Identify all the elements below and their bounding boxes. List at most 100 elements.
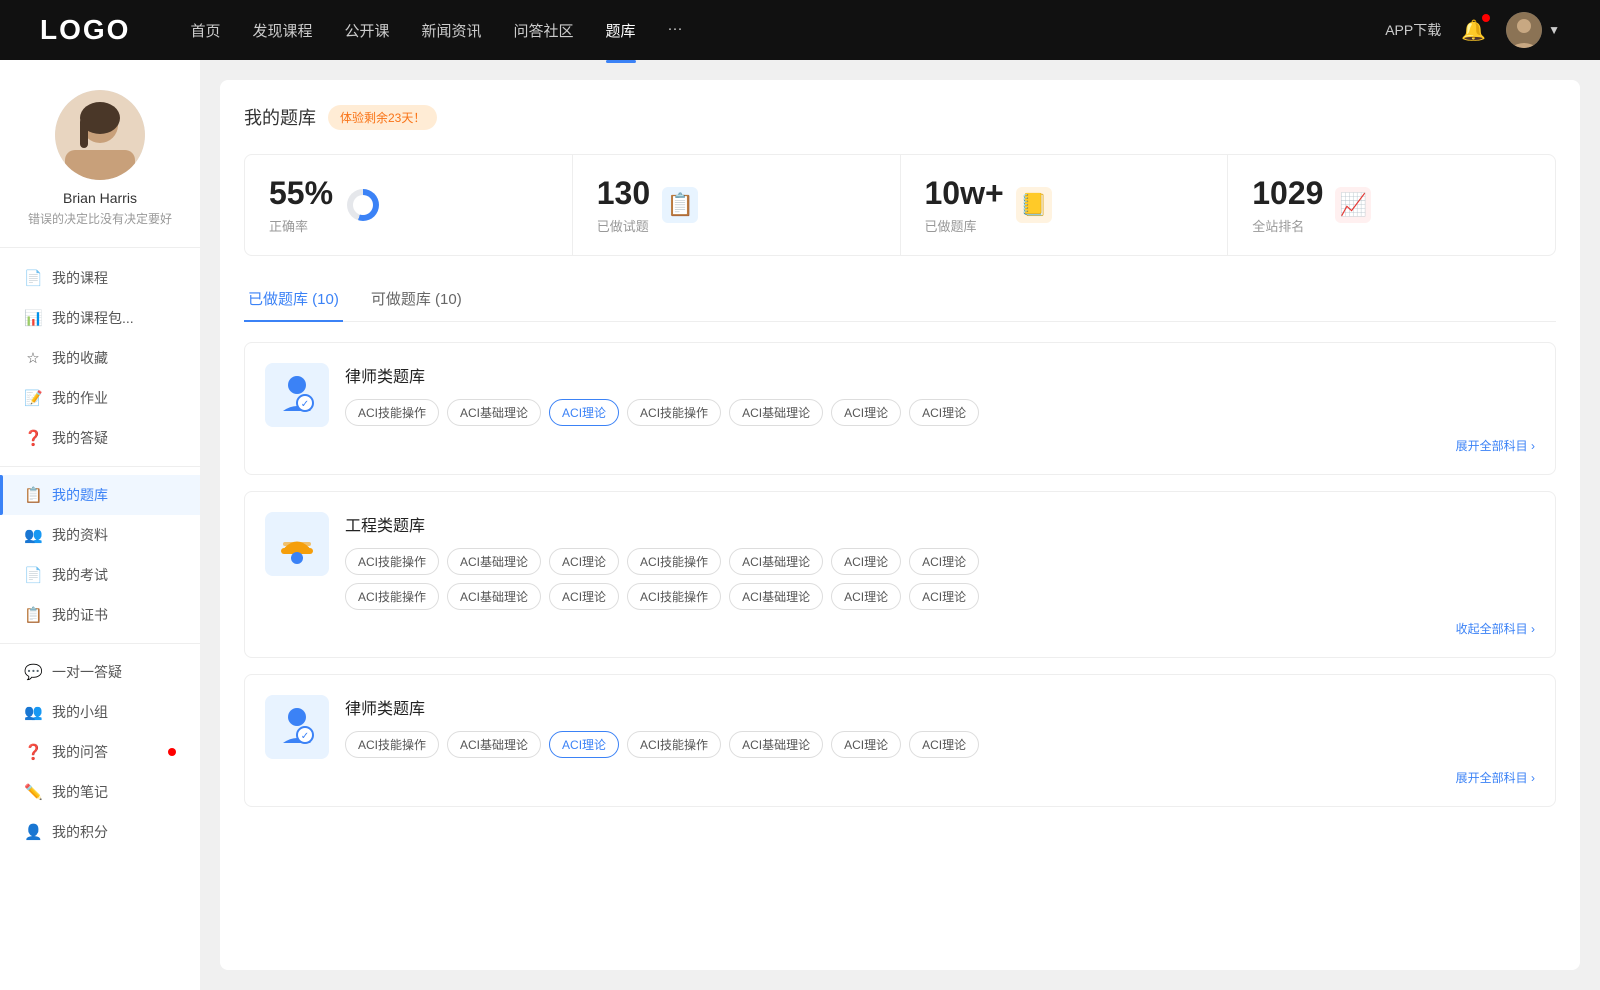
sidebar-item-homework[interactable]: 📝 我的作业 [0, 378, 200, 418]
logo[interactable]: LOGO [40, 14, 130, 46]
divider-1 [0, 466, 200, 467]
bank-name-engineer: 工程类题库 [345, 512, 1535, 536]
l2-tag-2[interactable]: ACI理论 [549, 731, 619, 758]
stat-text: 1029 全站排名 [1252, 175, 1323, 235]
notification-badge [1482, 14, 1490, 22]
sidebar-item-group[interactable]: 👥 我的小组 [0, 692, 200, 732]
svg-text:✓: ✓ [301, 399, 309, 410]
eng-tag-r2-5[interactable]: ACI理论 [831, 583, 901, 610]
stat-text: 55% 正确率 [269, 175, 333, 235]
eng-tag-r2-2[interactable]: ACI理论 [549, 583, 619, 610]
stat-done-questions: 130 已做试题 📋 [573, 155, 901, 255]
eng-tag-5[interactable]: ACI理论 [831, 548, 901, 575]
tag-3[interactable]: ACI技能操作 [627, 399, 721, 426]
points-icon: 👤 [24, 823, 42, 841]
eng-tag-r2-3[interactable]: ACI技能操作 [627, 583, 721, 610]
bank-header-lawyer-2: ✓ 律师类题库 ACI技能操作 ACI基础理论 ACI理论 ACI技能操作 AC… [265, 695, 1535, 759]
collapse-link-engineer[interactable]: 收起全部科目 › [1456, 622, 1535, 636]
sidebar-item-certificate[interactable]: 📋 我的证书 [0, 595, 200, 635]
nav-questionbank[interactable]: 题库 [606, 16, 636, 45]
sidebar-label-my-questions: 我的问答 [52, 742, 108, 762]
sidebar-label-favorites: 我的收藏 [52, 348, 108, 368]
nav-open-course[interactable]: 公开课 [344, 16, 389, 45]
main-layout: Brian Harris 错误的决定比没有决定要好 📄 我的课程 📊 我的课程包… [0, 60, 1600, 990]
l2-tag-1[interactable]: ACI基础理论 [447, 731, 541, 758]
bank-card-engineer: 工程类题库 ACI技能操作 ACI基础理论 ACI理论 ACI技能操作 ACI基… [244, 491, 1556, 658]
tag-1[interactable]: ACI基础理论 [447, 399, 541, 426]
sidebar-label-one-on-one: 一对一答疑 [52, 662, 122, 682]
tag-4[interactable]: ACI基础理论 [729, 399, 823, 426]
sidebar-item-notes[interactable]: ✏️ 我的笔记 [0, 772, 200, 812]
tag-6[interactable]: ACI理论 [909, 399, 979, 426]
content-panel: 我的题库 体验剩余23天！ 55% 正确率 130 已 [220, 80, 1580, 970]
tag-2[interactable]: ACI理论 [549, 399, 619, 426]
header-right: APP下载 🔔 ▼ [1385, 12, 1560, 48]
l2-tag-0[interactable]: ACI技能操作 [345, 731, 439, 758]
stat-text: 10w+ 已做题库 [925, 175, 1004, 235]
sidebar-item-question-bank[interactable]: 📋 我的题库 [0, 475, 200, 515]
bank-name-lawyer-1: 律师类题库 [345, 363, 1535, 387]
notification-bell[interactable]: 🔔 [1461, 18, 1486, 43]
sidebar-item-one-on-one[interactable]: 💬 一对一答疑 [0, 652, 200, 692]
l2-tag-3[interactable]: ACI技能操作 [627, 731, 721, 758]
eng-tag-r2-0[interactable]: ACI技能操作 [345, 583, 439, 610]
ranking-icon: 📈 [1335, 187, 1371, 223]
sidebar-label-ask: 我的答疑 [52, 428, 108, 448]
eng-tag-r2-4[interactable]: ACI基础理论 [729, 583, 823, 610]
eng-tag-2[interactable]: ACI理论 [549, 548, 619, 575]
l2-tag-4[interactable]: ACI基础理论 [729, 731, 823, 758]
bank-footer-lawyer-2: 展开全部科目 › [265, 769, 1535, 786]
expand-link-lawyer-1[interactable]: 展开全部科目 › [1456, 439, 1535, 453]
user-avatar-button[interactable]: ▼ [1506, 12, 1560, 48]
tag-0[interactable]: ACI技能操作 [345, 399, 439, 426]
l2-tag-5[interactable]: ACI理论 [831, 731, 901, 758]
bank-tags-row2: ACI技能操作 ACI基础理论 ACI理论 ACI技能操作 ACI基础理论 AC… [345, 583, 1535, 610]
one-on-one-icon: 💬 [24, 663, 42, 681]
eng-tag-r2-6[interactable]: ACI理论 [909, 583, 979, 610]
nav-discover[interactable]: 发现课程 [252, 16, 312, 45]
nav-qa[interactable]: 问答社区 [514, 16, 574, 45]
main-nav: 首页 发现课程 公开课 新闻资讯 问答社区 题库 ··· [190, 16, 1385, 45]
sidebar-item-ask[interactable]: ❓ 我的答疑 [0, 418, 200, 458]
eng-tag-r2-1[interactable]: ACI基础理论 [447, 583, 541, 610]
course-pack-icon: 📊 [24, 309, 42, 327]
orange-icon: 📒 [1016, 187, 1052, 223]
profile-icon: 👥 [24, 526, 42, 544]
tab-available-banks[interactable]: 可做题库 (10) [367, 280, 466, 321]
sidebar-label-exam: 我的考试 [52, 565, 108, 585]
eng-tag-0[interactable]: ACI技能操作 [345, 548, 439, 575]
app-download-button[interactable]: APP下载 [1385, 20, 1441, 40]
stat-correct-rate: 55% 正确率 [245, 155, 573, 255]
homework-icon: 📝 [24, 389, 42, 407]
profile-avatar [55, 90, 145, 180]
expand-link-lawyer-2[interactable]: 展开全部科目 › [1456, 771, 1535, 785]
header: LOGO 首页 发现课程 公开课 新闻资讯 问答社区 题库 ··· APP下载 … [0, 0, 1600, 60]
page-title-row: 我的题库 体验剩余23天！ [244, 104, 1556, 130]
l2-tag-6[interactable]: ACI理论 [909, 731, 979, 758]
bank-card-lawyer-1: ✓ 律师类题库 ACI技能操作 ACI基础理论 ACI理论 ACI技能操作 AC… [244, 342, 1556, 475]
bank-content: 律师类题库 ACI技能操作 ACI基础理论 ACI理论 ACI技能操作 ACI基… [345, 363, 1535, 426]
sidebar-item-favorites[interactable]: ☆ 我的收藏 [0, 338, 200, 378]
tag-5[interactable]: ACI理论 [831, 399, 901, 426]
sidebar-item-points[interactable]: 👤 我的积分 [0, 812, 200, 852]
eng-tag-1[interactable]: ACI基础理论 [447, 548, 541, 575]
nav-news[interactable]: 新闻资讯 [422, 16, 482, 45]
sidebar-item-my-course[interactable]: 📄 我的课程 [0, 258, 200, 298]
eng-tag-6[interactable]: ACI理论 [909, 548, 979, 575]
questions-icon: ❓ [24, 743, 42, 761]
bank-content-lawyer-2: 律师类题库 ACI技能操作 ACI基础理论 ACI理论 ACI技能操作 ACI基… [345, 695, 1535, 758]
bank-tags-row1: ACI技能操作 ACI基础理论 ACI理论 ACI技能操作 ACI基础理论 AC… [345, 548, 1535, 575]
exam-icon: 📄 [24, 566, 42, 584]
sidebar-item-exam[interactable]: 📄 我的考试 [0, 555, 200, 595]
sidebar-item-my-questions[interactable]: ❓ 我的问答 [0, 732, 200, 772]
nav-more[interactable]: ··· [668, 16, 683, 45]
group-icon: 👥 [24, 703, 42, 721]
sidebar: Brian Harris 错误的决定比没有决定要好 📄 我的课程 📊 我的课程包… [0, 60, 200, 990]
pie-chart-icon [345, 187, 381, 223]
sidebar-item-course-pack[interactable]: 📊 我的课程包... [0, 298, 200, 338]
sidebar-item-profile[interactable]: 👥 我的资料 [0, 515, 200, 555]
tab-done-banks[interactable]: 已做题库 (10) [244, 280, 343, 321]
eng-tag-4[interactable]: ACI基础理论 [729, 548, 823, 575]
nav-home[interactable]: 首页 [190, 16, 220, 45]
eng-tag-3[interactable]: ACI技能操作 [627, 548, 721, 575]
